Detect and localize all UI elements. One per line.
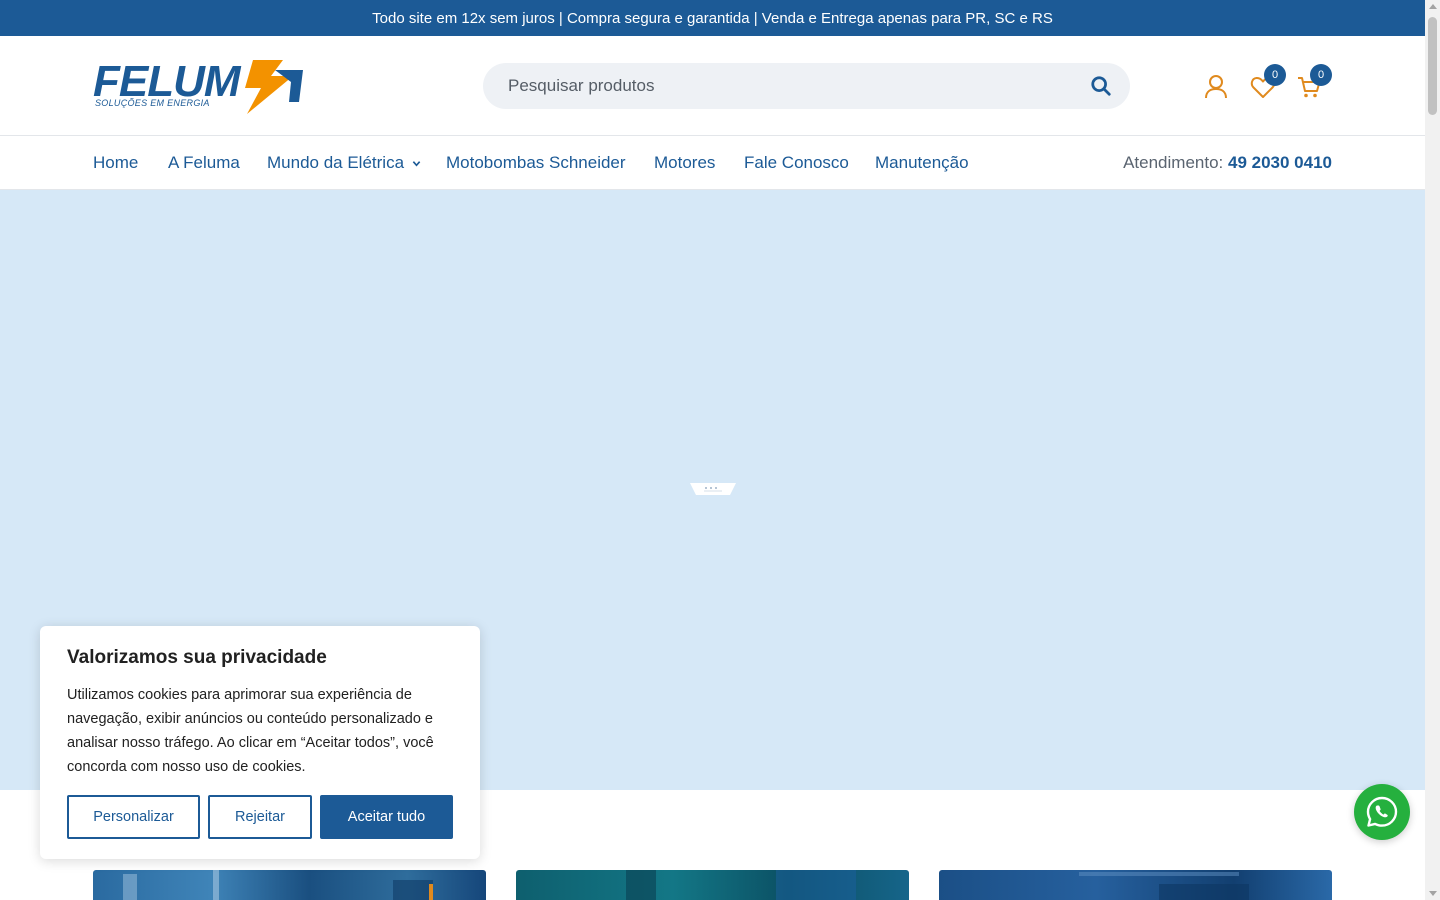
cookie-consent-banner: Valorizamos sua privacidade Utilizamos c… xyxy=(40,626,480,859)
nav-item-manutencao[interactable]: Manutenção xyxy=(875,153,969,173)
reject-button[interactable]: Rejeitar xyxy=(208,795,312,839)
whatsapp-button[interactable] xyxy=(1354,784,1410,840)
logo-tagline: SOLUÇÕES EM ENERGIA xyxy=(95,98,210,108)
nav-item-motores[interactable]: Motores xyxy=(654,153,715,173)
card-image xyxy=(1079,872,1249,900)
search-bar xyxy=(483,63,1130,109)
category-card[interactable] xyxy=(939,870,1332,900)
customize-button[interactable]: Personalizar xyxy=(67,795,200,839)
search-input[interactable] xyxy=(508,63,1068,109)
cookie-title: Valorizamos sua privacidade xyxy=(67,647,327,668)
nav-item-label: Mundo da Elétrica xyxy=(267,153,405,172)
loading-spinner-icon xyxy=(690,483,736,495)
category-card[interactable] xyxy=(516,870,909,900)
cookie-description: Utilizamos cookies para aprimorar sua ex… xyxy=(67,687,434,775)
page-scrollbar[interactable] xyxy=(1425,0,1440,900)
chevron-down-icon xyxy=(412,161,421,167)
scroll-up-arrow-icon[interactable] xyxy=(1429,4,1437,9)
user-icon[interactable] xyxy=(1203,74,1229,100)
contact-info: Atendimento: 49 2030 0410 xyxy=(1123,153,1332,173)
nav-item-a-feluma[interactable]: A Feluma xyxy=(168,153,240,173)
site-logo[interactable]: FELUM SOLUÇÕES EM ENERGIA xyxy=(93,58,313,116)
whatsapp-icon xyxy=(1366,796,1398,827)
wishlist-count-badge: 0 xyxy=(1264,64,1286,86)
contact-phone[interactable]: 49 2030 0410 xyxy=(1228,153,1332,172)
announcement-bar: Todo site em 12x sem juros | Compra segu… xyxy=(0,0,1425,36)
accept-all-button[interactable]: Aceitar tudo xyxy=(320,795,453,839)
nav-item-mundo-da-eletrica[interactable]: Mundo da Elétrica xyxy=(267,153,421,173)
contact-label: Atendimento: xyxy=(1123,153,1224,172)
nav-item-fale-conosco[interactable]: Fale Conosco xyxy=(744,153,849,173)
announcement-text: Todo site em 12x sem juros | Compra segu… xyxy=(372,9,1053,27)
lightning-bolt-icon xyxy=(245,60,303,114)
nav-item-home[interactable]: Home xyxy=(93,153,138,173)
nav-item-motobombas-schneider[interactable]: Motobombas Schneider xyxy=(446,153,626,173)
card-image xyxy=(626,870,856,900)
category-card[interactable] xyxy=(93,870,486,900)
card-image xyxy=(123,870,433,900)
scroll-down-arrow-icon[interactable] xyxy=(1429,891,1437,896)
category-cards xyxy=(0,870,1425,900)
site-header: FELUM SOLUÇÕES EM ENERGIA 0 0 xyxy=(0,36,1425,136)
main-navigation: Home A Feluma Mundo da Elétrica Motobomb… xyxy=(0,137,1425,190)
scrollbar-thumb[interactable] xyxy=(1428,17,1437,115)
cart-count-badge: 0 xyxy=(1310,64,1332,86)
search-icon[interactable] xyxy=(1090,75,1112,97)
